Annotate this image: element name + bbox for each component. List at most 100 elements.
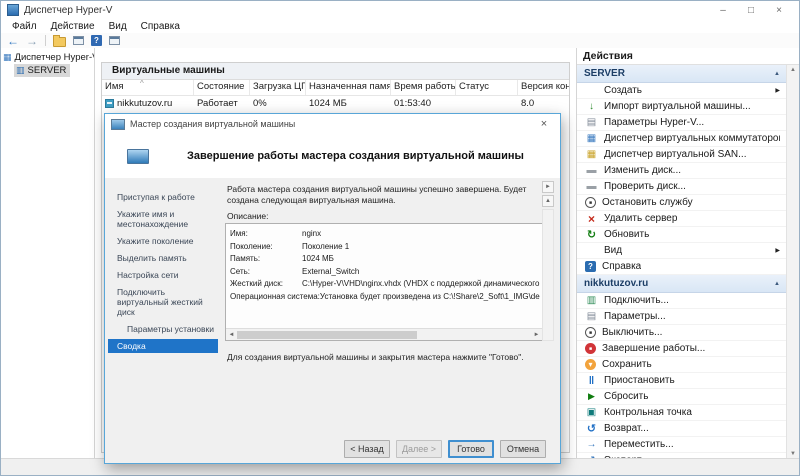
scroll-up-icon[interactable]: [542, 195, 554, 207]
folder-icon[interactable]: [53, 37, 66, 47]
menubar: ФайлДействиеВидСправка: [1, 19, 799, 33]
vm-settings-icon: [585, 310, 598, 323]
action-item[interactable]: Изменить диск...: [577, 163, 787, 179]
summary-horizontal-scrollbar[interactable]: [226, 328, 542, 340]
tree-server-label: SERVER: [28, 65, 67, 76]
action-item-label: Возврат...: [604, 423, 649, 434]
action-item[interactable]: Приостановить: [577, 373, 787, 389]
menu-item[interactable]: Справка: [134, 21, 187, 32]
wizard-nav-item[interactable]: Укажите поколение: [108, 234, 218, 248]
action-item[interactable]: Сбросить: [577, 389, 787, 405]
menu-item[interactable]: Вид: [102, 21, 134, 32]
action-item[interactable]: Подключить...: [577, 293, 787, 309]
wizard-nav-item[interactable]: Подключить виртуальный жесткий диск: [108, 285, 218, 319]
column-header[interactable]: Версия конф...: [518, 80, 570, 95]
back-icon[interactable]: [7, 34, 19, 48]
action-item[interactable]: Обновить: [577, 227, 787, 243]
tree-item-root[interactable]: Диспетчер Hyper-V: [1, 51, 94, 64]
action-item[interactable]: Проверить диск...: [577, 179, 787, 195]
scroll-right-icon[interactable]: [531, 332, 542, 338]
action-item[interactable]: Импорт виртуальной машины...: [577, 99, 787, 115]
action-item-label: Сохранить: [602, 359, 652, 370]
scroll-down-icon[interactable]: [787, 451, 799, 457]
submenu-arrow-icon: [775, 247, 780, 254]
action-item[interactable]: Удалить сервер: [577, 211, 787, 227]
expand-icon[interactable]: [542, 181, 554, 193]
summary-value: Установка будет произведена из C:\!Share…: [320, 292, 540, 301]
checkpoint-icon: [585, 406, 598, 419]
menu-item[interactable]: Действие: [44, 21, 102, 32]
table-row[interactable]: nikkutuzov.ruРаботает0%1024 МБ01:53:408.…: [102, 96, 569, 110]
window-controls: – □ ×: [709, 5, 793, 16]
cancel-button[interactable]: Отмена: [500, 440, 546, 458]
back-button[interactable]: < Назад: [344, 440, 390, 458]
hyperv-manager-icon: [3, 52, 12, 63]
actions-scrollbar[interactable]: [786, 65, 799, 459]
collapse-icon[interactable]: [774, 71, 780, 77]
column-header[interactable]: Статус: [456, 80, 518, 95]
tree-item-server[interactable]: SERVER: [14, 64, 70, 77]
actions-section-header[interactable]: nikkutuzov.ru: [577, 275, 787, 293]
action-item[interactable]: Сохранить: [577, 357, 787, 373]
wizard-title: Мастер создания виртуальной машины: [130, 119, 295, 129]
app-icon: [7, 4, 19, 16]
action-item-label: Выключить...: [602, 327, 662, 338]
action-item[interactable]: Диспетчер виртуальной SAN...: [577, 147, 787, 163]
menu-item[interactable]: Файл: [5, 21, 44, 32]
wizard-titlebar: Мастер создания виртуальной машины ×: [105, 114, 560, 134]
vertical-scrollbar[interactable]: [542, 209, 554, 341]
column-header[interactable]: Загрузка ЦП: [250, 80, 306, 95]
wizard-nav-item[interactable]: Приступая к работе: [108, 190, 218, 204]
console-window-icon[interactable]: [109, 36, 120, 45]
wizard-icon: [111, 119, 125, 130]
actions-section-header[interactable]: SERVER: [577, 65, 787, 83]
summary-value: 1024 МБ: [302, 254, 334, 263]
scrollbar-thumb[interactable]: [237, 331, 417, 339]
column-header[interactable]: Время работы: [391, 80, 456, 95]
scroll-up-icon[interactable]: [787, 67, 799, 73]
wizard-footer-text: Для создания виртуальной машины и закрыт…: [227, 352, 547, 362]
action-item[interactable]: Контрольная точка: [577, 405, 787, 421]
shutdown-icon: [585, 343, 596, 354]
action-item[interactable]: Создать: [577, 83, 787, 99]
reset-icon: [585, 390, 598, 403]
action-item[interactable]: Остановить службу: [577, 195, 787, 211]
import-icon: [585, 100, 598, 113]
action-item[interactable]: Параметры...: [577, 309, 787, 325]
minimize-button[interactable]: –: [709, 5, 737, 16]
action-item[interactable]: Параметры Hyper-V...: [577, 115, 787, 131]
move-icon: [585, 438, 598, 451]
wizard-close-button[interactable]: ×: [530, 118, 558, 130]
close-button[interactable]: ×: [765, 5, 793, 16]
action-item[interactable]: Переместить...: [577, 437, 787, 453]
action-item[interactable]: Выключить...: [577, 325, 787, 341]
action-item[interactable]: Диспетчер виртуальных коммутаторов...: [577, 131, 787, 147]
virtual-switch-manager-icon: [585, 132, 598, 145]
action-item-label: Контрольная точка: [604, 407, 692, 418]
summary-label: Жесткий диск:: [230, 278, 302, 291]
action-item[interactable]: Завершение работы...: [577, 341, 787, 357]
hyperv-manager-window: Диспетчер Hyper-V – □ × ФайлДействиеВидС…: [0, 0, 800, 476]
console-window-icon[interactable]: [73, 36, 84, 45]
wizard-nav-item[interactable]: Выделить память: [108, 251, 218, 265]
help-icon: [585, 261, 596, 272]
wizard-nav-item[interactable]: Сводка: [108, 339, 218, 353]
collapse-icon[interactable]: [774, 281, 780, 287]
wizard-nav-item[interactable]: Настройка сети: [108, 268, 218, 282]
column-header[interactable]: Имя: [102, 80, 194, 95]
wizard-nav-item[interactable]: Параметры установки: [108, 322, 218, 336]
wizard-nav-item[interactable]: Укажите имя и местонахождение: [108, 207, 218, 231]
action-item[interactable]: Справка: [577, 259, 787, 275]
help-icon[interactable]: [91, 35, 102, 46]
maximize-button[interactable]: □: [737, 5, 765, 16]
action-item[interactable]: Возврат...: [577, 421, 787, 437]
forward-icon[interactable]: [26, 34, 38, 48]
action-item[interactable]: Вид: [577, 243, 787, 259]
finish-button[interactable]: Готово: [448, 440, 494, 458]
wizard-heading: Завершение работы мастера создания вирту…: [187, 150, 524, 162]
column-header[interactable]: Назначенная память: [306, 80, 391, 95]
column-header[interactable]: Состояние: [194, 80, 250, 95]
action-item-label: Сбросить: [604, 391, 648, 402]
scroll-left-icon[interactable]: [226, 332, 237, 338]
summary-row: Жесткий диск:C:\Hyper-V\VHD\nginx.vhdx (…: [230, 278, 540, 291]
